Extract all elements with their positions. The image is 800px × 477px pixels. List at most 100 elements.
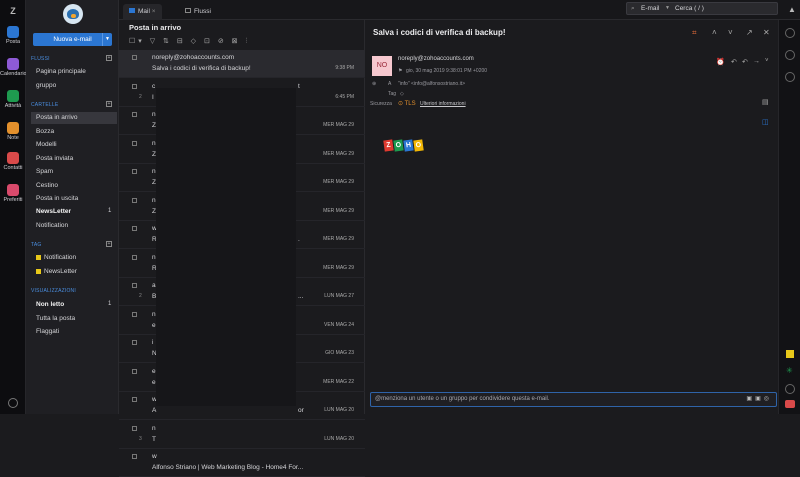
section-visualizzazioni: VISUALIZZAZIONI [31,288,76,294]
section-tag: TAG [31,242,42,248]
list-toolbar[interactable]: ☐▾ ▽ ⇅ ⊟ ◇ ⊡ ⊘ ⊠ ⫶ [129,37,250,47]
tab-mail[interactable]: Mail × [123,4,162,20]
info-icon[interactable] [785,72,795,82]
forward-icon[interactable]: → [753,58,760,65]
mail-checkbox[interactable] [132,112,137,117]
comment-input[interactable]: @menziona un utente o un gruppo per cond… [370,392,777,407]
settings-icon[interactable] [8,398,18,408]
row-date: MER MAG 29 [323,150,354,157]
reminder-icon[interactable]: ⏰ [716,58,725,66]
expand-details-icon[interactable]: ⊕ [372,81,376,87]
mail-checkbox[interactable] [132,425,137,431]
search-input[interactable]: Cerca ( / ) [675,3,704,14]
reply-all-icon[interactable]: ↶ [742,58,748,66]
mail-icon [129,8,135,13]
rail-item-attivita[interactable]: Attività [0,90,26,109]
mail-checkbox[interactable] [132,55,137,60]
mail-checkbox[interactable] [132,340,137,345]
sidebar-item-newsletter[interactable]: NewsLetter [36,208,71,215]
avatar[interactable] [63,4,83,24]
chevron-down-icon[interactable]: ˅ [765,58,769,64]
add-tag-icon[interactable]: + [106,241,112,247]
expand-icon[interactable]: ⌗ [692,28,697,38]
tag-label: Tag [388,91,397,97]
tag-dot-icon [36,254,41,260]
sidebar-item-home[interactable]: Pagina principale [36,68,86,75]
chat-icon[interactable] [785,384,795,394]
sidebar-item-spam[interactable]: Spam [36,168,53,175]
row-date: MER MAG 29 [323,122,354,128]
sidebar-view-flagged[interactable]: Flaggati [36,328,59,335]
sidebar-item-sent[interactable]: Posta inviata [36,155,73,162]
rail-item-note[interactable]: Note [0,122,26,141]
reply-icon[interactable]: ↶ [731,58,737,66]
close-icon[interactable]: ✕ [763,28,770,37]
to-label: A [388,81,392,87]
tab-flussi[interactable]: Flussi [179,4,217,20]
popout-icon[interactable]: ↗ [746,28,753,37]
mail-checkbox[interactable] [132,226,137,231]
row-date: MER MAG 29 [323,236,354,242]
tasks-icon [7,90,19,102]
mail-checkbox[interactable] [132,454,137,459]
mail-checkbox[interactable] [132,254,137,260]
sidebar-item-inbox[interactable]: Posta in arrivo [31,112,117,124]
bell-icon[interactable]: ▲ [788,5,796,14]
chevron-down-icon[interactable]: ▼ [102,33,112,46]
row-sender: c [152,82,156,90]
chevron-up-icon[interactable]: ˄ [712,28,717,37]
row-sender: i [152,339,154,346]
gear-icon[interactable] [785,28,795,38]
mail-checkbox[interactable] [132,311,137,317]
sidebar-item-drafts[interactable]: Bozza [36,128,54,135]
mail-icon [7,26,19,38]
sparkle-icon[interactable]: ✳ [786,366,794,375]
sidebar-view-unread[interactable]: Non letto [36,301,64,308]
add-flow-icon[interactable]: + [106,55,112,61]
rail-item-calendario[interactable]: Calendario [0,58,27,77]
mail-checkbox[interactable] [132,140,137,146]
translate-icon[interactable]: ◫ [762,118,769,126]
sidebar-tag-notification[interactable]: Notification [36,254,76,261]
chevron-down-icon: ▼ [665,5,670,11]
add-folder-icon[interactable]: + [106,101,112,107]
print-icon[interactable]: ▤ [762,98,769,106]
sticky-note-icon[interactable] [786,350,794,358]
sidebar-item-gruppo[interactable]: gruppo [36,82,56,89]
sidebar-view-all[interactable]: Tutta la posta [36,315,75,322]
mail-checkbox[interactable] [132,197,137,203]
search-scope[interactable]: E-mail [641,3,659,14]
to-address[interactable]: "info" <info@alfonsostriano.it> [398,81,465,87]
attach-icon[interactable]: ▣▣◎ [746,393,772,406]
mail-checkbox[interactable] [132,368,137,374]
sidebar-item-trash[interactable]: Cestino [36,182,58,189]
sender-address[interactable]: noreply@zohoaccounts.com [398,56,474,62]
row-date: VEN MAG 24 [323,321,354,328]
tag-icon[interactable]: ◇ [400,91,404,97]
table-row[interactable]: noreply@zohoaccounts.com Salva i codici d… [119,50,365,78]
chevron-down-icon[interactable]: ˅ [728,28,733,37]
row-date: GIO MAG 23 [325,350,354,356]
table-row[interactable]: 3 n T LUN MAG 20 [119,421,365,449]
mail-checkbox[interactable] [132,397,137,402]
sidebar-item-notification[interactable]: Notification [36,222,68,229]
rail-item-contatti[interactable]: Contatti [0,152,26,171]
rail-item-preferiti[interactable]: Preferiti [0,184,26,203]
sidebar-item-templates[interactable]: Modelli [36,141,57,148]
rail-item-posta[interactable]: Posta [0,26,26,45]
security-label: Sicurezza [370,101,392,107]
sidebar-item-outbox[interactable]: Posta in uscita [36,195,78,202]
flag-icon[interactable]: ⚑ [398,68,402,74]
table-row[interactable]: w Alfonso Striano | Web Marketing Blog - … [119,449,365,477]
apps-icon[interactable] [785,50,795,60]
notification-icon[interactable] [785,400,795,408]
mail-checkbox[interactable] [132,283,137,288]
search-bar[interactable]: ⌕ E-mail ▼ Cerca ( / ) [626,2,778,15]
mail-checkbox[interactable] [132,169,137,174]
section-cartelle: CARTELLE [31,102,59,108]
row-date: MER MAG 22 [323,378,354,385]
new-mail-button[interactable]: Nuova e-mail ▼ [33,33,112,46]
more-info-link[interactable]: Ulteriori informazioni [420,101,466,107]
mail-checkbox[interactable] [132,83,137,89]
sidebar-tag-newsletter[interactable]: NewsLetter [36,268,77,275]
